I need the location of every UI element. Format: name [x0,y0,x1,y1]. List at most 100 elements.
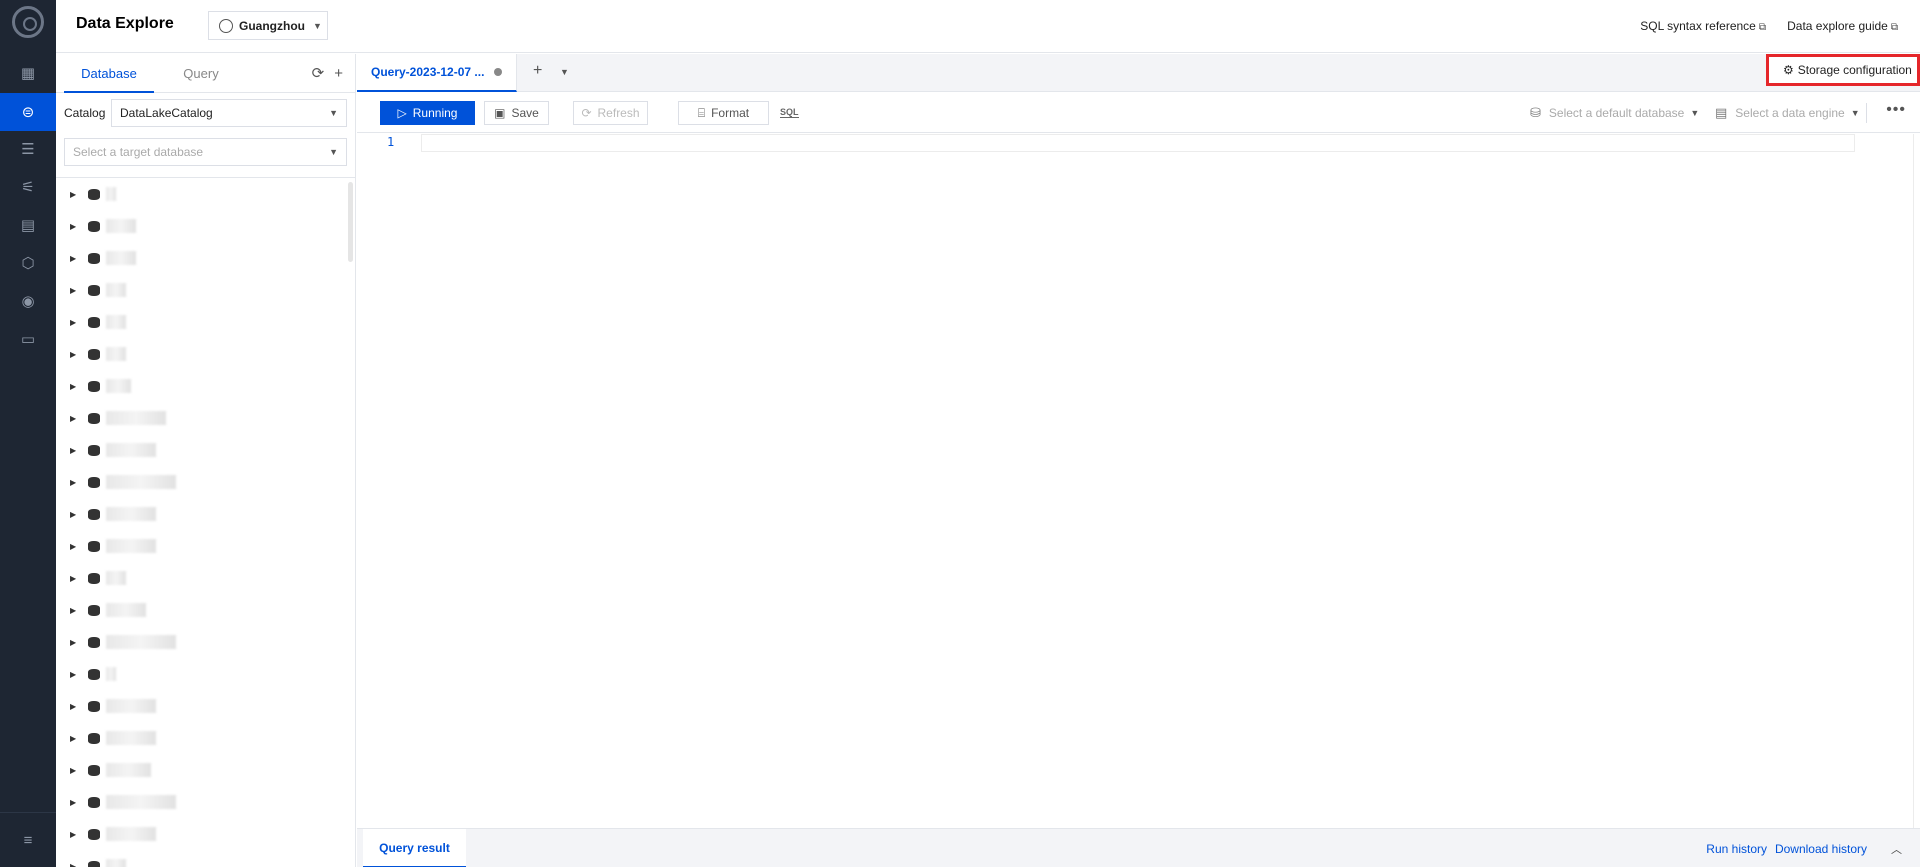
expand-arrow-icon[interactable]: ▶ [70,606,82,615]
expand-arrow-icon[interactable]: ▶ [70,734,82,743]
document-icon[interactable]: ▤ [0,206,56,244]
logo-icon[interactable] [12,6,44,38]
data-explore-guide-link[interactable]: Data explore guide ⧉ [1787,19,1898,33]
database-tree-item[interactable]: ▶ [70,792,176,812]
database-icon [88,636,100,648]
globe-icon [219,18,233,33]
catalog-select[interactable]: DataLakeCatalog ▼ [111,99,347,127]
redacted-database-name [106,379,131,393]
database-tree-item[interactable]: ▶ [70,312,126,332]
monitor-icon[interactable]: ▭ [0,320,56,358]
database-icon [88,732,100,744]
current-line[interactable] [421,134,1855,152]
refresh-button[interactable]: ⟳ Refresh [573,101,648,125]
redacted-database-name [106,539,156,553]
query-tab[interactable]: Query-2023-12-07 ... [357,54,517,92]
more-icon[interactable]: ••• [1886,101,1906,119]
database-tree-item[interactable]: ▶ [70,440,156,460]
database-tree-item[interactable]: ▶ [70,856,126,867]
dashboard-icon[interactable]: ▦ [0,54,56,92]
default-database-select[interactable]: ⛁ Select a default database ▼ [1530,105,1699,121]
database-icon [88,508,100,520]
database-tree-item[interactable]: ▶ [70,408,166,428]
database-tree-item[interactable]: ▶ [70,376,131,396]
database-tree-item[interactable]: ▶ [70,824,156,844]
expand-arrow-icon[interactable]: ▶ [70,382,82,391]
database-select[interactable]: Select a target database ▼ [64,138,347,166]
format-button[interactable]: ⌸ Format [678,101,769,125]
redacted-database-name [106,795,176,809]
expand-arrow-icon[interactable]: ▶ [70,670,82,679]
result-bar: Query result Run history Download histor… [357,828,1920,867]
storage-configuration-button[interactable]: ⚙ Storage configuration [1766,54,1920,86]
database-tree-item[interactable]: ▶ [70,536,156,556]
sql-editor[interactable]: 1 [357,134,1920,828]
chevron-down-icon: ▼ [1850,108,1860,118]
run-history-link[interactable]: Run history [1706,842,1767,856]
expand-arrow-icon[interactable]: ▶ [70,318,82,327]
database-tree-item[interactable]: ▶ [70,472,176,492]
expand-arrow-icon[interactable]: ▶ [70,414,82,423]
sql-syntax-reference-link[interactable]: SQL syntax reference ⧉ [1640,19,1766,33]
cube-icon[interactable]: ⬡ [0,244,56,282]
expand-arrow-icon[interactable]: ▶ [70,702,82,711]
chevron-down-icon[interactable]: ▼ [560,67,569,77]
expand-arrow-icon[interactable]: ▶ [70,798,82,807]
catalog-value: DataLakeCatalog [120,106,213,120]
add-icon[interactable]: + [334,65,343,82]
run-button[interactable]: ▷ Running [380,101,475,125]
database-tree-item[interactable]: ▶ [70,696,156,716]
data-explore-icon[interactable]: ⊜ [0,93,56,131]
database-tree-item[interactable]: ▶ [70,216,136,236]
expand-arrow-icon[interactable]: ▶ [70,862,82,867]
expand-arrow-icon[interactable]: ▶ [70,542,82,551]
database-tree-item[interactable]: ▶ [70,760,151,780]
panel-tabs: Database Query ⟳ + [56,54,355,93]
expand-arrow-icon[interactable]: ▶ [70,574,82,583]
expand-arrow-icon[interactable]: ▶ [70,510,82,519]
add-tab-icon[interactable]: + [533,62,542,80]
expand-arrow-icon[interactable]: ▶ [70,478,82,487]
region-selector[interactable]: Guangzhou ▼ [208,11,328,40]
expand-arrow-icon[interactable]: ▶ [70,830,82,839]
expand-arrow-icon[interactable]: ▶ [70,350,82,359]
database-tree-item[interactable]: ▶ [70,728,156,748]
tab-query[interactable]: Query [166,54,236,93]
expand-arrow-icon[interactable]: ▶ [70,222,82,231]
data-engine-placeholder: Select a data engine [1735,106,1845,120]
expand-arrow-icon[interactable]: ▶ [70,286,82,295]
sql-icon[interactable]: SQL [780,107,799,118]
chevron-down-icon: ▼ [1690,108,1700,118]
expand-arrow-icon[interactable]: ▶ [70,766,82,775]
external-link-icon: ⧉ [1758,22,1766,33]
tab-query-result[interactable]: Query result [363,829,466,867]
download-history-link[interactable]: Download history [1775,842,1867,856]
save-button[interactable]: ▣ Save [484,101,549,125]
database-panel: Database Query ⟳ + Catalog DataLakeCatalo… [56,54,356,867]
database-tree-item[interactable]: ▶ [70,568,126,588]
list-icon[interactable]: ☰ [0,130,56,168]
expand-arrow-icon[interactable]: ▶ [70,446,82,455]
expand-arrow-icon[interactable]: ▶ [70,190,82,199]
unsaved-dot-icon[interactable] [494,68,503,76]
database-tree-item[interactable]: ▶ [70,632,176,652]
tree-scrollbar[interactable] [348,182,353,262]
database-tree-item[interactable]: ▶ [70,664,116,684]
database-tree-item[interactable]: ▶ [70,504,156,524]
refresh-icon[interactable]: ⟳ [312,65,325,82]
sliders-icon[interactable]: ⚟ [0,168,56,206]
editor-scrollbar[interactable] [1913,134,1914,828]
expand-arrow-icon[interactable]: ▶ [70,254,82,263]
database-tree-item[interactable]: ▶ [70,184,116,204]
database-tree-item[interactable]: ▶ [70,280,126,300]
database-tree-item[interactable]: ▶ [70,600,146,620]
expand-arrow-icon[interactable]: ▶ [70,638,82,647]
database-tree-item[interactable]: ▶ [70,248,136,268]
menu-collapse-icon[interactable]: ≡ [0,812,56,867]
user-circle-icon[interactable]: ◉ [0,282,56,320]
database-tree-item[interactable]: ▶ [70,344,126,364]
chevron-up-icon[interactable]: ︿ [1891,841,1902,857]
tab-database[interactable]: Database [64,54,154,93]
nav-rail: ▦ ⊜ ☰ ⚟ ▤ ⬡ ◉ ▭ ≡ [0,0,56,867]
data-engine-select[interactable]: ▤ Select a data engine ▼ [1715,105,1860,121]
